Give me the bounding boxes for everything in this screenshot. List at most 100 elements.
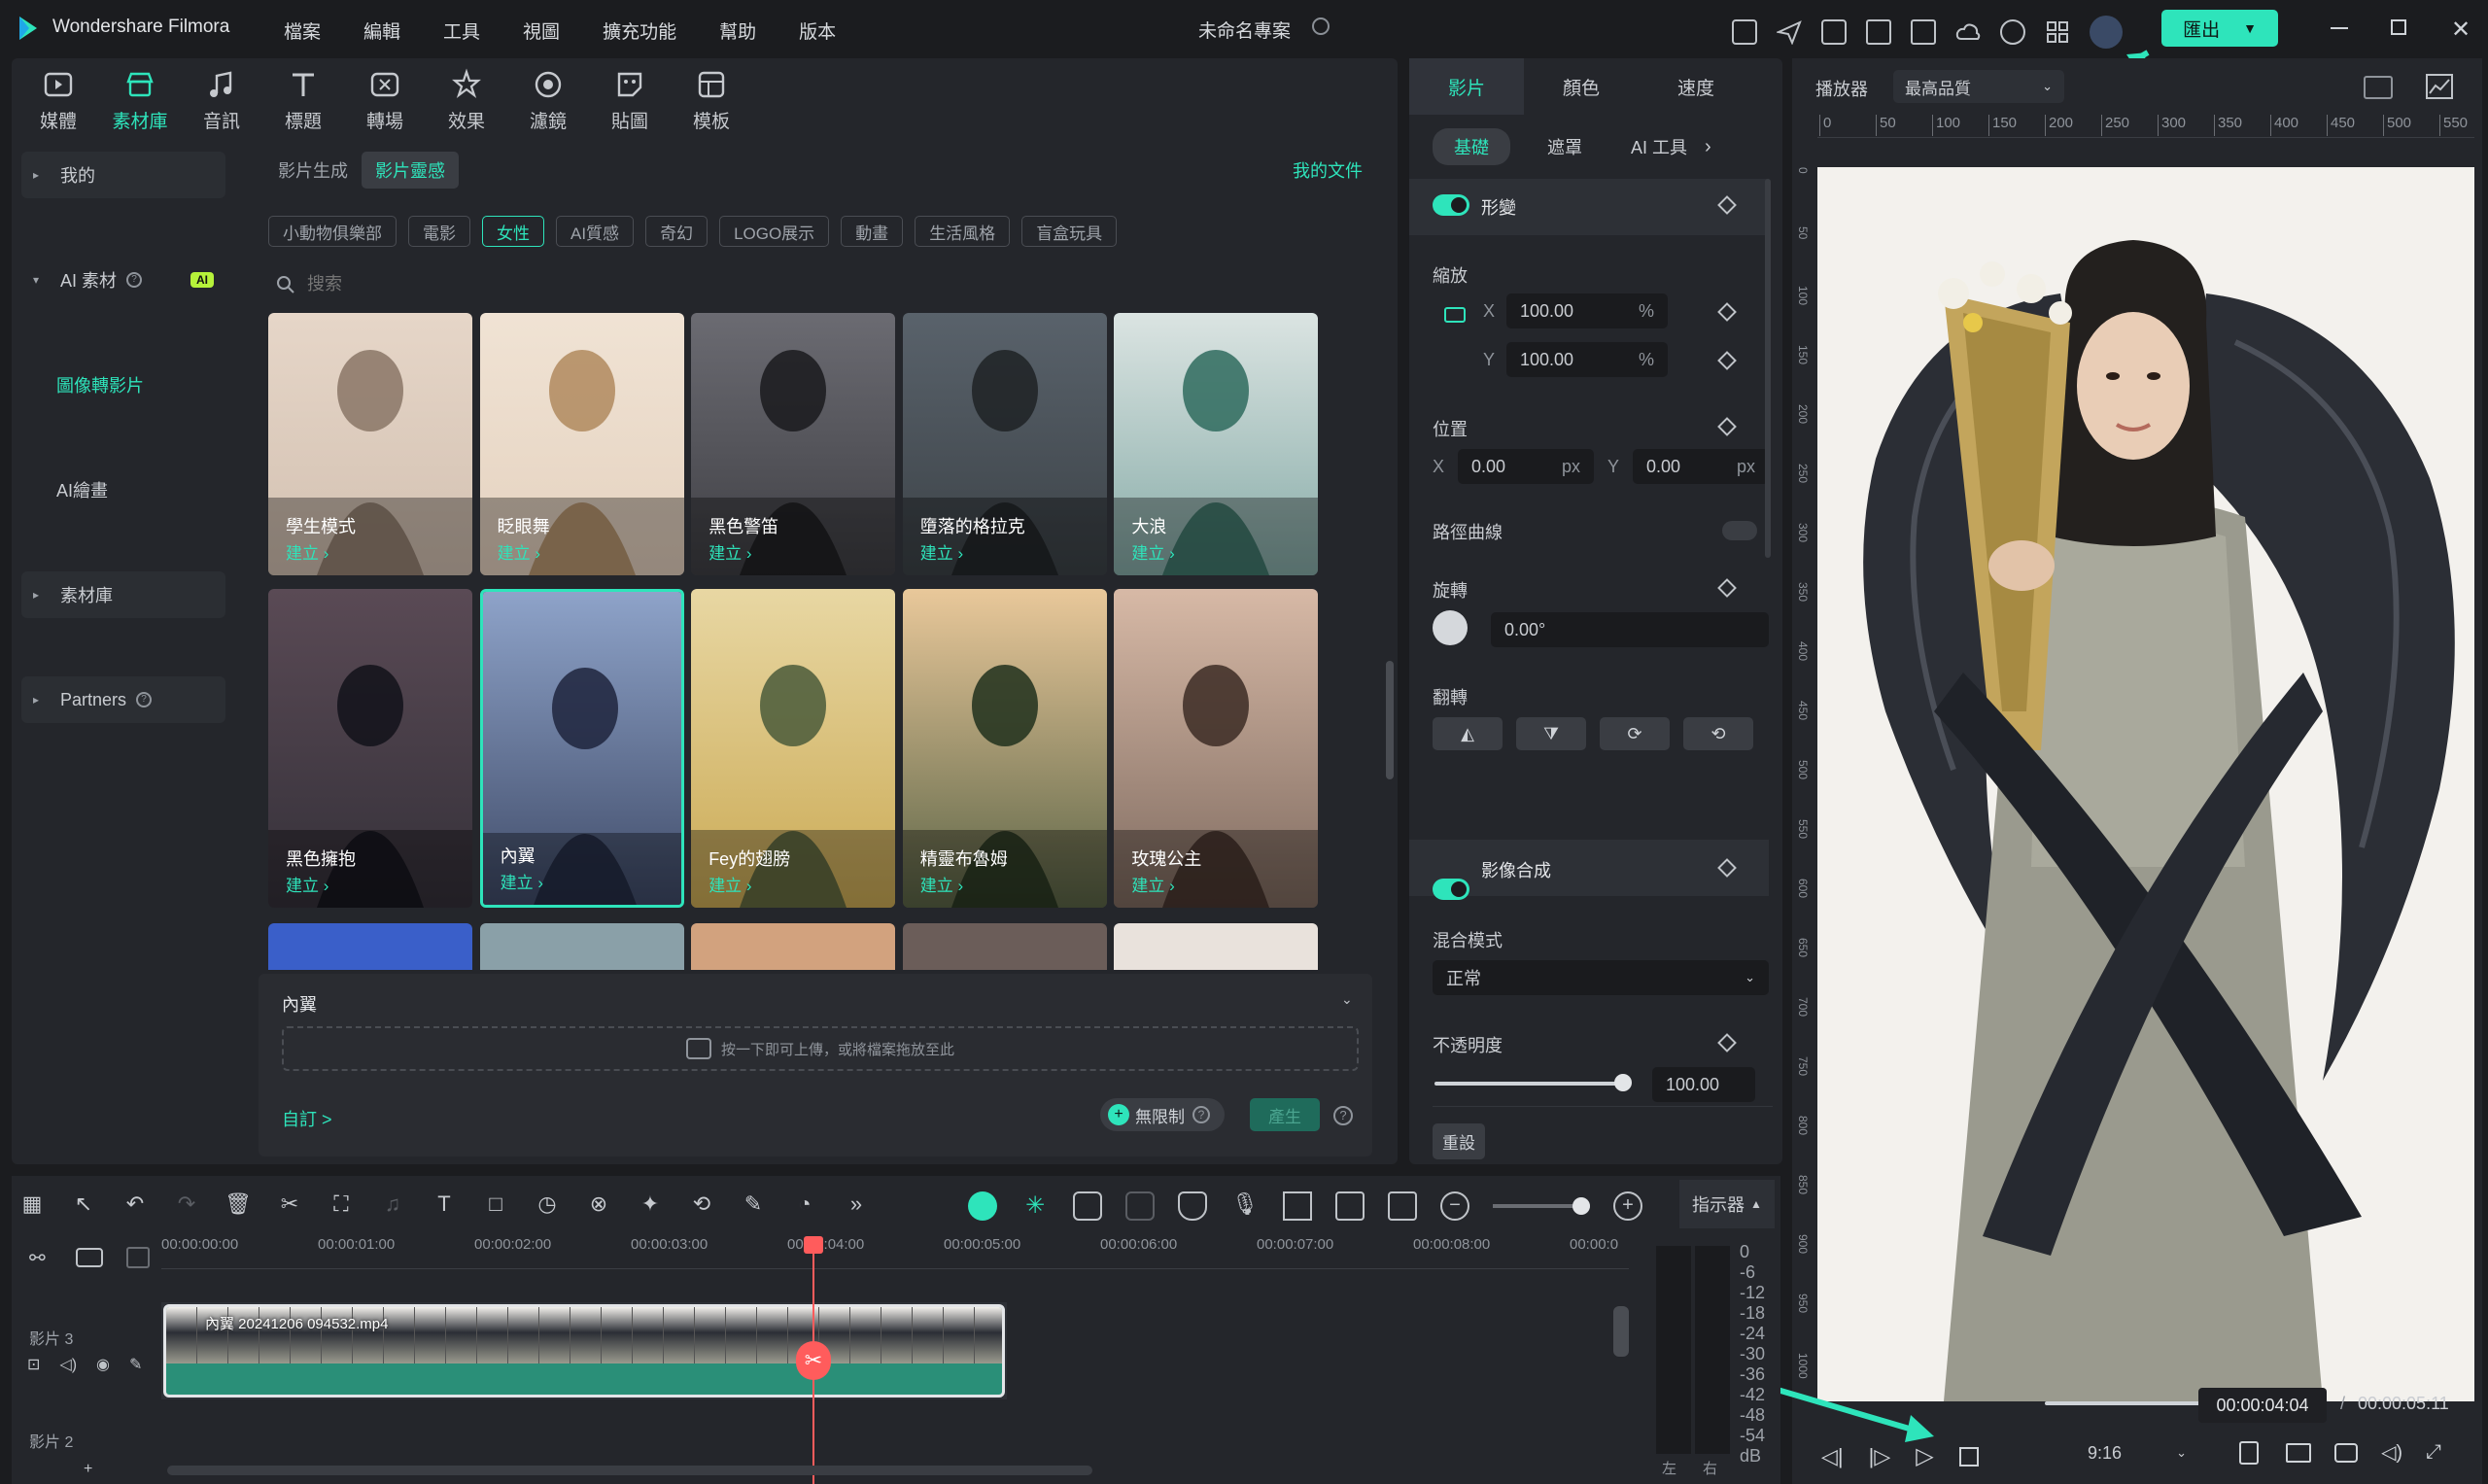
rotate-dial[interactable] [1433, 610, 1468, 645]
category-chip[interactable]: 電影 [408, 216, 470, 247]
create-link[interactable]: 建立 › [498, 539, 540, 564]
template-card[interactable]: 黑色警笛 建立 › [691, 313, 896, 575]
category-chip[interactable]: 奇幻 [645, 216, 708, 247]
tab-video-generation[interactable]: 影片生成 [264, 157, 362, 183]
send-icon[interactable] [1777, 19, 1802, 45]
scale-y-keyframe-icon[interactable] [1717, 351, 1737, 370]
template-card[interactable] [1114, 923, 1319, 970]
opacity-input[interactable]: 100.00 [1652, 1067, 1755, 1102]
custom-link[interactable]: 自訂 > [282, 1106, 332, 1131]
reset-button[interactable]: 重設 [1433, 1123, 1485, 1159]
tab-speed[interactable]: 速度 [1639, 74, 1753, 100]
path-curve-toggle[interactable] [1722, 521, 1757, 540]
video-clip[interactable]: 內翼 20241206 094532.mp4 [163, 1304, 1005, 1398]
add-track-plus-icon[interactable]: + [84, 1461, 92, 1478]
category-chip[interactable]: 動畫 [841, 216, 904, 247]
sidebar-item-5[interactable]: ▸ Partners? [21, 676, 225, 723]
menu-3[interactable]: 視圖 [523, 17, 560, 44]
template-card[interactable]: 玫瑰公主 建立 › [1114, 589, 1319, 908]
menu-5[interactable]: 幫助 [719, 17, 756, 44]
category-chip[interactable]: 女性 [482, 216, 544, 247]
delete-icon[interactable]: 🗑︎ [224, 1191, 253, 1221]
auto-reframe-icon[interactable] [1073, 1191, 1102, 1221]
position-x-input[interactable]: 0.00 px [1458, 449, 1594, 484]
link-off-icon[interactable]: ⚯ [29, 1246, 52, 1269]
toolbar-media[interactable]: 媒體 [17, 68, 99, 133]
template-card[interactable]: 墮落的格拉克 建立 › [902, 313, 1107, 575]
chevron-right-icon[interactable]: › [1705, 136, 1711, 158]
text-tool-icon[interactable]: T [430, 1191, 459, 1221]
subtab-mask[interactable]: 遮罩 [1547, 134, 1582, 159]
track-edit-icon[interactable]: ✎ [129, 1355, 142, 1374]
chevron-down-icon[interactable]: ▼ [2243, 20, 2257, 36]
create-link[interactable]: 建立 › [286, 872, 328, 896]
zoom-in-icon[interactable]: + [1613, 1191, 1642, 1221]
generate-button[interactable]: 產生 [1250, 1098, 1320, 1131]
create-link[interactable]: 建立 › [501, 869, 543, 893]
scale-y-input[interactable]: 100.00% [1506, 342, 1668, 377]
help-icon[interactable]: ? [136, 692, 153, 707]
create-link[interactable]: 建立 › [920, 539, 963, 564]
video-preview[interactable] [1817, 167, 2474, 1401]
layout-icon[interactable] [1866, 19, 1891, 45]
timer-icon[interactable]: ◔ [790, 1191, 819, 1221]
menu-2[interactable]: 工具 [443, 17, 480, 44]
export-button[interactable]: 匯出 ▼ [2161, 10, 2278, 47]
ai-effects-icon[interactable]: ✦ [636, 1191, 665, 1221]
edit-icon[interactable]: ✎ [739, 1191, 768, 1221]
help-icon[interactable]: ? [126, 272, 143, 288]
stickers-timeline-icon[interactable] [1335, 1191, 1365, 1221]
rotate-right-icon[interactable]: ⟳ [1600, 717, 1670, 750]
template-card[interactable] [691, 923, 896, 970]
render-preview-icon[interactable] [2239, 1440, 2259, 1465]
generate-help-icon[interactable]: ? [1333, 1106, 1353, 1125]
sidebar-item-0[interactable]: ▸ 我的 [21, 152, 225, 198]
sidebar-item-4[interactable]: ▸ 素材庫 [21, 571, 225, 618]
toolbar-filter[interactable]: 濾鏡 [507, 68, 589, 133]
minimize-icon[interactable] [2331, 27, 2348, 29]
compare-view-icon[interactable] [2364, 76, 2393, 99]
audio-detach-icon[interactable]: ♫ [378, 1191, 407, 1221]
snap-icon[interactable]: ✳ [1020, 1191, 1050, 1221]
template-card[interactable] [902, 923, 1107, 970]
create-link[interactable]: 建立 › [708, 872, 751, 896]
transform-toggle[interactable] [1433, 194, 1469, 216]
search-input[interactable] [307, 274, 599, 294]
volume-icon[interactable]: ◁) [2381, 1440, 2402, 1465]
template-card[interactable] [479, 923, 684, 970]
create-link[interactable]: 建立 › [1131, 539, 1174, 564]
help-icon[interactable]: ? [1192, 1106, 1210, 1123]
close-icon[interactable]: ✕ [2451, 16, 2471, 44]
scale-x-keyframe-icon[interactable] [1717, 302, 1737, 322]
grid-layout-icon[interactable]: ▦ [17, 1191, 47, 1221]
tab-video-inspiration[interactable]: 影片靈感 [362, 152, 459, 189]
zoom-slider-knob[interactable] [1572, 1197, 1590, 1215]
upload-dropzone[interactable]: 按一下即可上傳，或將檔案拖放至此 [282, 1026, 1359, 1071]
category-chip[interactable]: 盲盒玩具 [1021, 216, 1118, 247]
playhead-handle[interactable] [804, 1236, 823, 1254]
toolbar-title[interactable]: 標題 [262, 68, 344, 133]
template-card[interactable]: 內翼 建立 › [479, 589, 684, 908]
track-manager-icon[interactable] [126, 1247, 150, 1268]
category-chip[interactable]: AI質感 [556, 216, 635, 247]
category-chip[interactable]: LOGO展示 [719, 216, 830, 247]
speed-icon[interactable]: ◷ [533, 1191, 562, 1221]
timeline-scrollbar[interactable] [167, 1466, 1092, 1475]
create-link[interactable]: 建立 › [1131, 872, 1174, 896]
toolbar-sticker[interactable]: 貼圖 [589, 68, 671, 133]
template-card[interactable]: 眨眼舞 建立 › [479, 313, 684, 575]
audio-mix-icon[interactable] [1283, 1191, 1312, 1221]
create-link[interactable]: 建立 › [920, 872, 963, 896]
ai-credit-icon[interactable] [1821, 19, 1847, 45]
current-time[interactable]: 00:00:04:04 [2198, 1388, 2327, 1423]
zoom-out-icon[interactable]: − [1440, 1191, 1469, 1221]
properties-scrollbar[interactable] [1765, 179, 1771, 558]
display-icon[interactable] [2286, 1442, 2311, 1463]
more-icon[interactable]: » [842, 1191, 871, 1221]
quality-select[interactable]: 最高品質 ⌄ [1893, 70, 2064, 103]
split-scissors-icon[interactable]: ✂ [796, 1341, 831, 1380]
grid-scrollbar[interactable] [1386, 661, 1394, 779]
toolbar-effects[interactable]: 效果 [426, 68, 507, 133]
fit-timeline-icon[interactable] [1388, 1191, 1417, 1221]
create-link[interactable]: 建立 › [286, 539, 328, 564]
